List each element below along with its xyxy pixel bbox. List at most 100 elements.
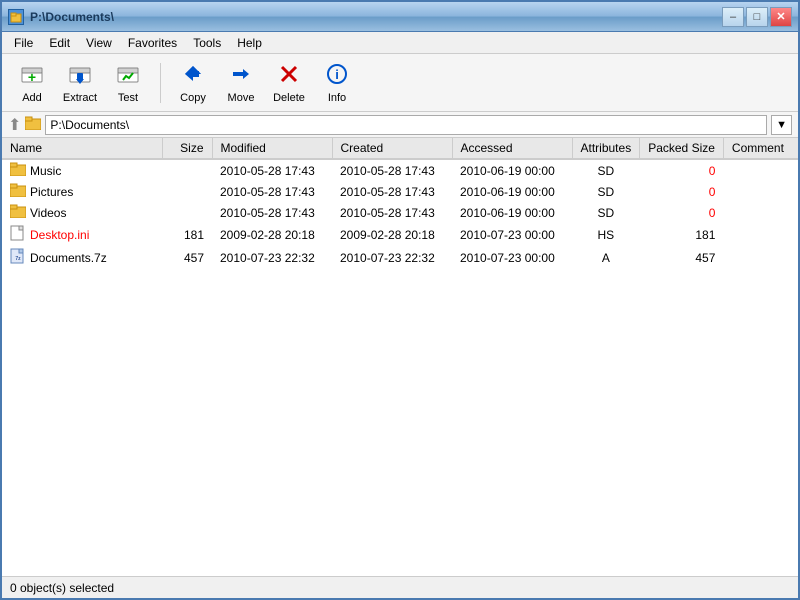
copy-icon — [181, 62, 205, 90]
col-header-attributes[interactable]: Attributes — [572, 138, 640, 159]
cell-accessed: 2010-06-19 00:00 — [452, 202, 572, 223]
menubar: File Edit View Favorites Tools Help — [2, 32, 798, 54]
col-header-modified[interactable]: Modified — [212, 138, 332, 159]
menu-help[interactable]: Help — [229, 34, 270, 52]
col-header-created[interactable]: Created — [332, 138, 452, 159]
cell-size — [162, 159, 212, 181]
folder-icon — [10, 183, 26, 200]
cell-packed: 457 — [640, 246, 724, 269]
toolbar: + Add Extract — [2, 54, 798, 112]
copy-button[interactable]: Copy — [171, 57, 215, 109]
cell-accessed: 2010-07-23 00:00 — [452, 223, 572, 246]
cell-comment — [723, 246, 798, 269]
cell-modified: 2009-02-28 20:18 — [212, 223, 332, 246]
cell-name: Videos — [2, 202, 162, 223]
table-row[interactable]: 7z Documents.7z4572010-07-23 22:322010-0… — [2, 246, 798, 269]
cell-size — [162, 181, 212, 202]
cell-created: 2010-05-28 17:43 — [332, 159, 452, 181]
app-icon — [8, 9, 24, 25]
svg-text:7z: 7z — [15, 256, 21, 262]
col-header-comment[interactable]: Comment — [723, 138, 798, 159]
info-button[interactable]: i Info — [315, 57, 359, 109]
info-label: Info — [328, 92, 346, 104]
menu-edit[interactable]: Edit — [41, 34, 78, 52]
cell-packed: 181 — [640, 223, 724, 246]
cell-comment — [723, 181, 798, 202]
address-folder-icon — [25, 116, 41, 133]
app-window: P:\Documents\ – □ ✕ File Edit View Favor… — [0, 0, 800, 600]
address-dropdown-button[interactable]: ▼ — [771, 115, 792, 135]
cell-attributes: SD — [572, 159, 640, 181]
cell-accessed: 2010-06-19 00:00 — [452, 181, 572, 202]
window-controls: – □ ✕ — [722, 7, 792, 27]
menu-file[interactable]: File — [6, 34, 41, 52]
cell-modified: 2010-05-28 17:43 — [212, 181, 332, 202]
menu-view[interactable]: View — [78, 34, 120, 52]
cell-attributes: SD — [572, 181, 640, 202]
add-icon: + — [20, 62, 44, 90]
col-header-packed[interactable]: Packed Size — [640, 138, 724, 159]
titlebar: P:\Documents\ – □ ✕ — [2, 2, 798, 32]
file-name-text: Videos — [30, 206, 66, 220]
copy-label: Copy — [180, 92, 206, 104]
col-header-size[interactable]: Size — [162, 138, 212, 159]
cell-attributes: HS — [572, 223, 640, 246]
file-name-text: Desktop.ini — [30, 228, 89, 242]
extract-button[interactable]: Extract — [58, 57, 102, 109]
cell-name: Music — [2, 159, 162, 181]
add-label: Add — [22, 92, 42, 104]
svg-text:+: + — [28, 69, 36, 85]
folder-icon — [10, 204, 26, 221]
col-header-name[interactable]: Name — [2, 138, 162, 159]
table-header: Name Size Modified Created Accessed Attr… — [2, 138, 798, 159]
move-label: Move — [228, 92, 255, 104]
cell-accessed: 2010-07-23 00:00 — [452, 246, 572, 269]
cell-packed: 0 — [640, 159, 724, 181]
file-7z-icon: 7z — [10, 248, 26, 267]
address-input[interactable] — [45, 115, 767, 135]
info-icon: i — [325, 62, 349, 90]
delete-label: Delete — [273, 92, 305, 104]
table-row[interactable]: Music2010-05-28 17:432010-05-28 17:43201… — [2, 159, 798, 181]
test-icon — [116, 62, 140, 90]
test-label: Test — [118, 92, 138, 104]
move-icon — [229, 62, 253, 90]
col-header-accessed[interactable]: Accessed — [452, 138, 572, 159]
cell-attributes: SD — [572, 202, 640, 223]
cell-accessed: 2010-06-19 00:00 — [452, 159, 572, 181]
add-button[interactable]: + Add — [10, 57, 54, 109]
cell-created: 2010-05-28 17:43 — [332, 202, 452, 223]
cell-name: Pictures — [2, 181, 162, 202]
cell-packed: 0 — [640, 181, 724, 202]
cell-modified: 2010-07-23 22:32 — [212, 246, 332, 269]
cell-attributes: A — [572, 246, 640, 269]
test-button[interactable]: Test — [106, 57, 150, 109]
nav-back-icon[interactable]: ⬆ — [8, 115, 21, 135]
maximize-button[interactable]: □ — [746, 7, 768, 27]
minimize-button[interactable]: – — [722, 7, 744, 27]
delete-icon — [277, 62, 301, 90]
toolbar-separator-1 — [160, 63, 161, 103]
file-name-text: Pictures — [30, 185, 73, 199]
table-row[interactable]: Desktop.ini1812009-02-28 20:182009-02-28… — [2, 223, 798, 246]
menu-favorites[interactable]: Favorites — [120, 34, 185, 52]
cell-size: 457 — [162, 246, 212, 269]
statusbar: 0 object(s) selected — [2, 576, 798, 598]
close-button[interactable]: ✕ — [770, 7, 792, 27]
file-name-text: Music — [30, 164, 61, 178]
menu-tools[interactable]: Tools — [185, 34, 229, 52]
file-table: Name Size Modified Created Accessed Attr… — [2, 138, 798, 269]
table-row[interactable]: Pictures 2010-05-28 17:432010-05-28 17:43… — [2, 181, 798, 202]
window-title: P:\Documents\ — [30, 10, 114, 24]
file-tbody: Music2010-05-28 17:432010-05-28 17:43201… — [2, 159, 798, 269]
delete-button[interactable]: Delete — [267, 57, 311, 109]
table-row[interactable]: Videos2010-05-28 17:432010-05-28 17:4320… — [2, 202, 798, 223]
cell-created: 2010-05-28 17:43 — [332, 181, 452, 202]
cell-comment — [723, 159, 798, 181]
statusbar-text: 0 object(s) selected — [10, 581, 114, 595]
file-list-container: Name Size Modified Created Accessed Attr… — [2, 138, 798, 576]
move-button[interactable]: Move — [219, 57, 263, 109]
cell-name: Desktop.ini — [2, 223, 162, 246]
extract-icon — [68, 62, 92, 90]
svg-text:i: i — [335, 67, 339, 82]
